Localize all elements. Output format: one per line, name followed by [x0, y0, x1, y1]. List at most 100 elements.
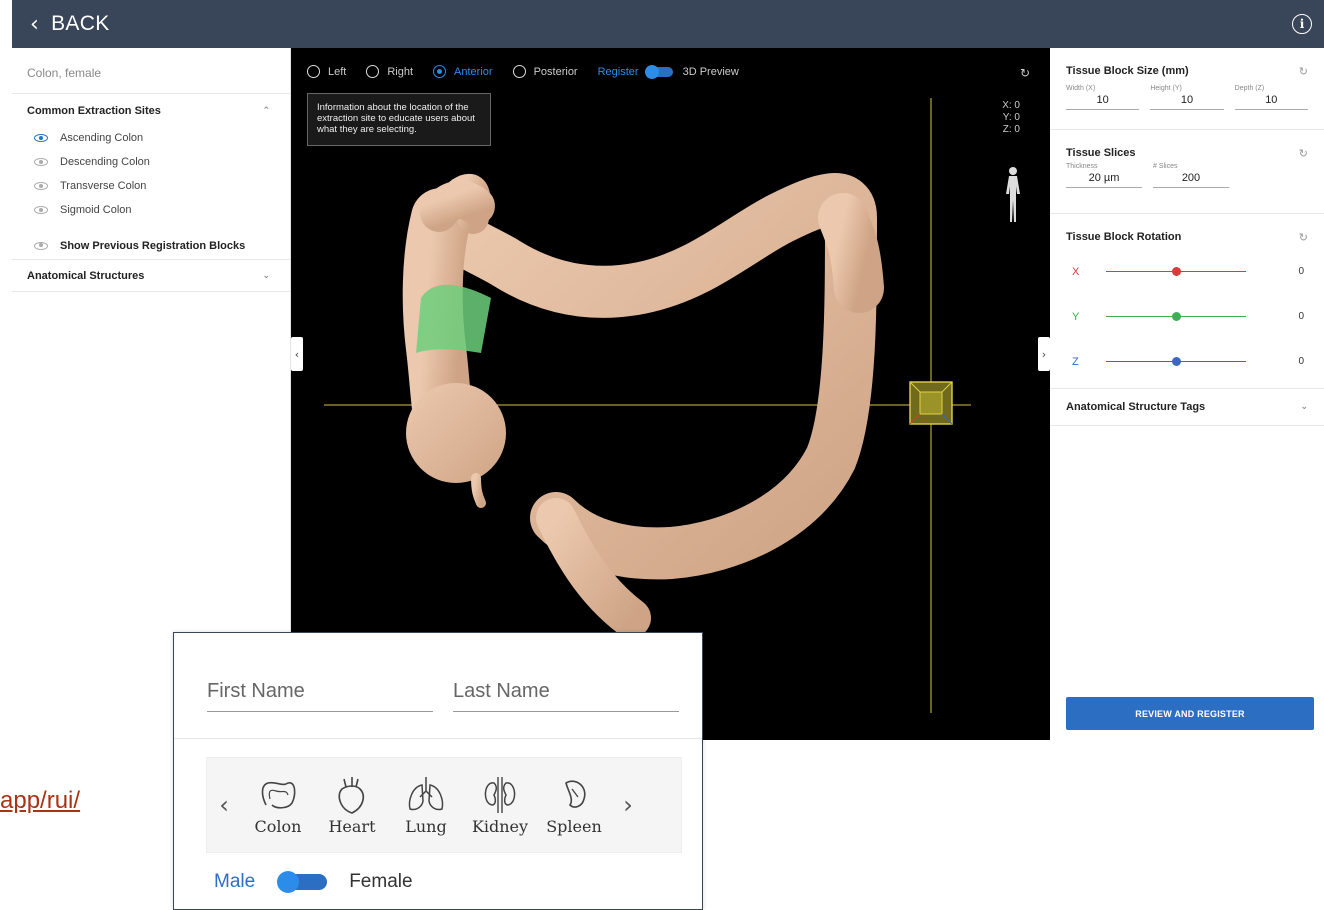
rotation-y-slider[interactable] [1106, 312, 1246, 321]
thickness-field[interactable]: Thickness 20 µm [1066, 163, 1142, 188]
eye-icon[interactable] [34, 158, 48, 166]
site-descending-colon[interactable]: Descending Colon [12, 150, 290, 174]
organ-label: Kidney [471, 816, 529, 836]
tissue-slices-section: Tissue Slices ↻ Thickness 20 µm # Slices… [1050, 130, 1324, 214]
eye-icon[interactable] [34, 206, 48, 214]
radio-icon[interactable] [366, 65, 380, 78]
extraction-sites-header[interactable]: Common Extraction Sites ⌃ [12, 96, 290, 126]
tissue-block-rotation-title: Tissue Block Rotation [1066, 231, 1182, 243]
review-and-register-button[interactable]: REVIEW AND REGISTER [1066, 697, 1314, 730]
eye-icon[interactable] [34, 241, 48, 250]
info-icon[interactable]: i [1292, 14, 1312, 34]
last-name-input[interactable]: Last Name [453, 680, 679, 712]
coord-x: X: 0 [1002, 100, 1020, 111]
tissue-slices-title: Tissue Slices [1066, 147, 1136, 159]
rotation-x-row: X 0 [1066, 249, 1308, 294]
rotation-x-slider[interactable] [1106, 267, 1246, 276]
anatomical-structure-tags-section[interactable]: Anatomical Structure Tags ⌄ [1050, 389, 1324, 426]
rotation-y-value: 0 [1298, 311, 1304, 322]
colon-shape [402, 173, 884, 702]
organ-heart[interactable]: Heart [315, 775, 389, 836]
site-label: Descending Colon [60, 156, 150, 168]
depth-field[interactable]: Depth (Z) 10 [1234, 85, 1308, 110]
organ-label: Lung [405, 816, 447, 836]
tissue-block-size-title: Tissue Block Size (mm) [1066, 65, 1189, 77]
anatomical-structures-title: Anatomical Structures [27, 269, 145, 282]
organ-spleen[interactable]: Spleen [537, 775, 611, 836]
collapse-right-panel-button[interactable]: › [1038, 337, 1050, 371]
slider-handle[interactable] [1171, 357, 1181, 366]
view-left-option[interactable]: Left [307, 65, 346, 78]
height-field[interactable]: Height (Y) 10 [1150, 85, 1224, 110]
view-anterior-label: Anterior [454, 65, 493, 78]
eye-icon[interactable] [34, 134, 48, 142]
extraction-sites-title: Common Extraction Sites [27, 105, 161, 117]
radio-icon[interactable] [307, 65, 320, 78]
coord-z: Z: 0 [1002, 124, 1020, 135]
chevron-down-icon: ⌄ [262, 270, 270, 281]
height-value[interactable]: 10 [1150, 94, 1224, 110]
radio-selected-icon[interactable] [433, 65, 447, 78]
sex-female-label[interactable]: Female [349, 871, 412, 893]
thickness-value[interactable]: 20 µm [1066, 172, 1142, 188]
site-label: Sigmoid Colon [60, 204, 132, 216]
eye-icon[interactable] [34, 182, 48, 190]
view-options: Left Right Anterior Posterior Register 3… [307, 64, 739, 79]
colon-icon [261, 781, 296, 809]
tissue-block-size-section: Tissue Block Size (mm) ↻ Width (X) 10 He… [1050, 48, 1324, 130]
organ-lung[interactable]: Lung [389, 775, 463, 836]
anatomical-structure-tags-header[interactable]: Anatomical Structure Tags ⌄ [1066, 389, 1308, 425]
rotation-z-slider[interactable] [1106, 357, 1246, 366]
chevron-left-icon: ‹ [30, 11, 40, 37]
slice-count-field[interactable]: # Slices 200 [1153, 163, 1229, 188]
first-name-input[interactable]: First Name [207, 680, 433, 712]
depth-value[interactable]: 10 [1234, 94, 1308, 110]
view-right-option[interactable]: Right [366, 65, 413, 78]
width-field[interactable]: Width (X) 10 [1066, 85, 1140, 110]
spleen-icon [565, 779, 586, 808]
width-value[interactable]: 10 [1066, 94, 1140, 110]
organ-colon[interactable]: Colon [241, 775, 315, 836]
axis-x-label: X [1072, 265, 1080, 278]
slice-count-value[interactable]: 200 [1153, 172, 1229, 188]
back-button[interactable]: ‹ BACK [30, 12, 110, 37]
chevron-right-icon[interactable]: › [611, 791, 645, 819]
slider-handle[interactable] [1171, 267, 1181, 276]
reset-icon[interactable]: ↻ [1299, 231, 1308, 244]
reset-view-icon[interactable]: ↻ [1020, 66, 1030, 80]
slider-handle[interactable] [1171, 312, 1181, 321]
show-previous-blocks-toggle[interactable]: Show Previous Registration Blocks [12, 232, 290, 260]
reset-icon[interactable]: ↻ [1299, 147, 1308, 160]
reset-icon[interactable]: ↻ [1299, 65, 1308, 78]
organ-title: Colon, female [12, 48, 290, 94]
view-posterior-label: Posterior [533, 65, 578, 78]
register-preview-toggle[interactable] [644, 64, 673, 79]
site-ascending-colon[interactable]: Ascending Colon [12, 126, 290, 150]
organ-kidney[interactable]: Kidney [463, 775, 537, 836]
sex-male-label[interactable]: Male [214, 871, 255, 893]
site-sigmoid-colon[interactable]: Sigmoid Colon [12, 198, 290, 222]
rotation-y-row: Y 0 [1066, 294, 1308, 339]
tissue-block-rotation-section: Tissue Block Rotation ↻ X 0 Y 0 Z 0 [1050, 214, 1324, 389]
rotation-sliders: X 0 Y 0 Z 0 [1066, 249, 1308, 384]
tissue-block[interactable] [909, 381, 953, 425]
radio-icon[interactable] [512, 65, 526, 78]
view-right-label: Right [387, 65, 414, 78]
extraction-site-tooltip: Information about the location of the ex… [307, 93, 491, 146]
chevron-left-icon[interactable]: ‹ [207, 791, 241, 819]
sex-toggle[interactable] [277, 871, 328, 893]
app-url-link[interactable]: app/rui/ [0, 787, 80, 815]
site-transverse-colon[interactable]: Transverse Colon [12, 174, 290, 198]
axis-z-label: Z [1072, 355, 1079, 368]
coordinate-readout: X: 0 Y: 0 Z: 0 [1002, 100, 1020, 136]
right-panel: Tissue Block Size (mm) ↻ Width (X) 10 He… [1050, 48, 1324, 740]
lung-icon [408, 776, 444, 810]
preview-mode-label: 3D Preview [682, 65, 739, 78]
anatomical-structure-tags-title: Anatomical Structure Tags [1066, 401, 1206, 413]
collapse-left-panel-button[interactable]: ‹ [291, 337, 303, 371]
view-anterior-option[interactable]: Anterior [433, 65, 493, 78]
anatomical-structures-header[interactable]: Anatomical Structures ⌄ [12, 260, 290, 292]
slices-fields: Thickness 20 µm # Slices 200 [1066, 163, 1308, 188]
view-posterior-option[interactable]: Posterior [512, 65, 578, 78]
register-mode-label: Register [597, 65, 639, 78]
